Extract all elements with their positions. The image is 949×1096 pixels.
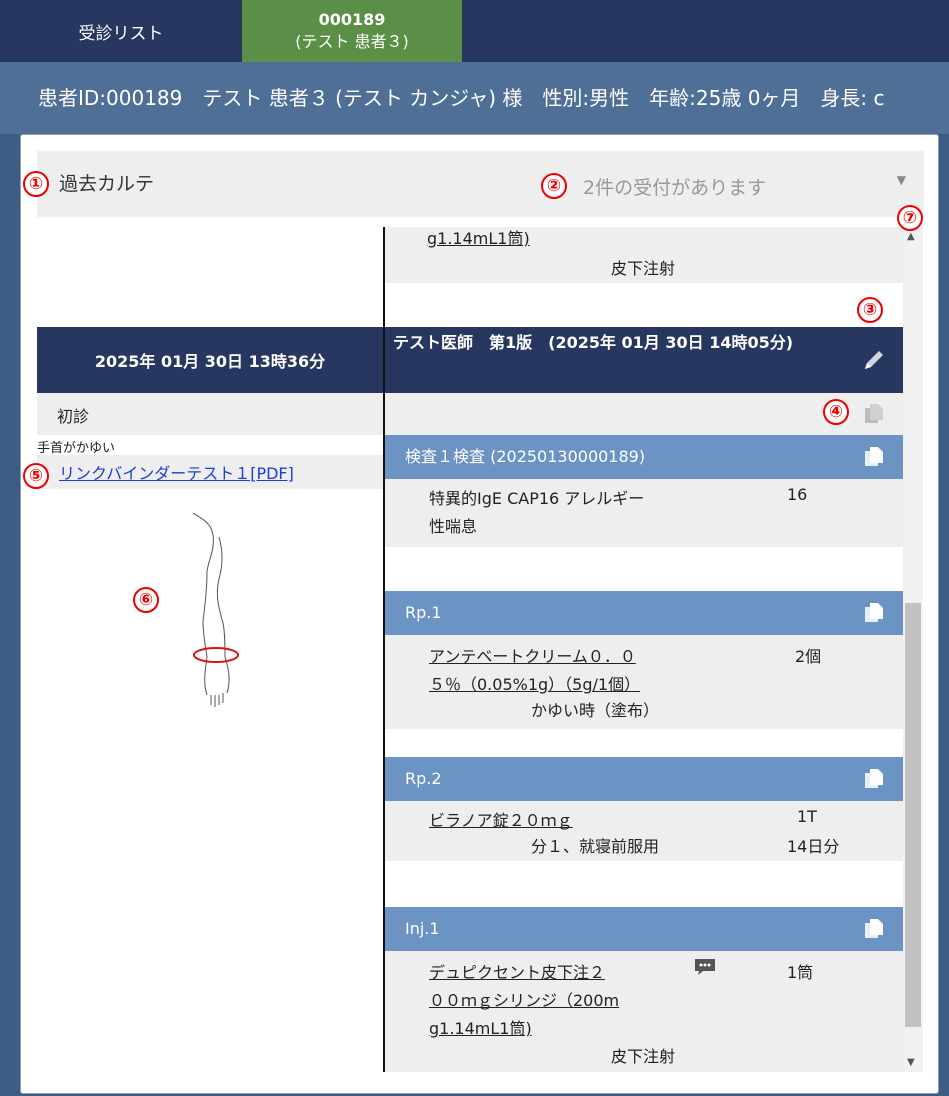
comment-icon[interactable]	[693, 957, 717, 977]
inj1-line-1: デュピクセント皮下注２	[429, 963, 606, 982]
tab-patient[interactable]: 000189 (テスト 患者３)	[242, 0, 462, 62]
lab-line-1: 特異的IgE CAP16 アレルギー	[429, 489, 645, 508]
copy-icon[interactable]	[863, 446, 885, 468]
tab-visit-list-label: 受診リスト	[78, 23, 164, 44]
marker-2: ②	[541, 173, 567, 199]
chart-scroll-area: g1.14mL1筒) 皮下注射 2025年 01月 30日 13時36分 テスト…	[37, 227, 903, 1072]
select-title: 過去カルテ	[59, 173, 155, 195]
copy-icon[interactable]	[863, 403, 885, 425]
visit-type-row: 初診	[37, 393, 383, 435]
section-lab: 検査１検査 (20250130000189) 特異的IgE CAP16 アレルギ…	[385, 435, 903, 547]
rp2-days: 14日分	[787, 837, 840, 856]
section-header: Rp.2	[385, 757, 903, 801]
doctor-header: テスト医師 第1版 (2025年 01月 30日 14時05分)	[385, 327, 903, 393]
marker-3: ③	[857, 297, 883, 323]
inj1-usage: 皮下注射	[611, 1047, 676, 1066]
copy-icon[interactable]	[863, 918, 885, 940]
select-placeholder: 2件の受付があります	[583, 177, 767, 199]
carryover-drug-tail: g1.14mL1筒)	[427, 229, 530, 248]
rp1-line-2: ５％（0.05%1g）（5g/1個）	[429, 675, 641, 694]
marker-6: ⑥	[133, 587, 159, 613]
pdf-link[interactable]: リンクバインダーテスト１[PDF]	[59, 460, 294, 484]
section-title: Rp.1	[405, 603, 442, 622]
rp1-line-1: アンテベートクリーム０．０	[429, 647, 636, 666]
rp2-usage: 分１、就寝前服用	[531, 837, 660, 856]
pencil-icon[interactable]	[861, 347, 887, 373]
arm-sketch-image[interactable]	[185, 509, 265, 709]
lab-value: 16	[787, 485, 808, 504]
section-title: Rp.2	[405, 769, 442, 788]
section-inj1: Inj.1 デュピクセント皮下注２ ００ｍｇシリンジ（200m g1.14mL1…	[385, 907, 903, 1072]
doctor-text: テスト医師 第1版 (2025年 01月 30日 14時05分)	[393, 333, 794, 352]
inj1-line-2: ００ｍｇシリンジ（200m	[429, 991, 620, 1010]
chief-complaint: 手首がかゆい	[37, 441, 116, 456]
visit-date: 2025年 01月 30日 13時36分	[94, 352, 326, 371]
inj1-line-3: g1.14mL1筒)	[429, 1019, 532, 1038]
link-row: リンクバインダーテスト１[PDF]	[37, 455, 383, 489]
scroll-down-icon[interactable]: ▼	[907, 1057, 915, 1068]
section-title: 検査１検査 (20250130000189)	[405, 447, 646, 466]
scroll-up-icon[interactable]: ▲	[907, 231, 915, 242]
tab-patient-id: 000189	[318, 10, 386, 29]
section-body: ビラノア錠２０ｍｇ 1T 分１、就寝前服用 14日分	[385, 801, 903, 861]
section-body: デュピクセント皮下注２ ００ｍｇシリンジ（200m g1.14mL1筒) 1筒 …	[385, 951, 903, 1072]
marker-4: ④	[823, 399, 849, 425]
section-body: アンテベートクリーム０．０ ５％（0.05%1g）（5g/1個） 2個 かゆい時…	[385, 635, 903, 729]
carryover-row: g1.14mL1筒) 皮下注射	[385, 227, 903, 283]
carryover-route: 皮下注射	[611, 259, 676, 278]
tab-bar: 受診リスト 000189 (テスト 患者３)	[0, 0, 949, 62]
section-rp2: Rp.2 ビラノア錠２０ｍｇ 1T 分１、就寝前服用 14日分	[385, 757, 903, 861]
section-header: Rp.1	[385, 591, 903, 635]
rp1-usage: かゆい時（塗布）	[531, 701, 660, 720]
section-header: 検査１検査 (20250130000189)	[385, 435, 903, 479]
rp1-value: 2個	[795, 647, 822, 666]
past-chart-select[interactable]: 過去カルテ 2件の受付があります ▼	[37, 151, 924, 217]
marker-7: ⑦	[897, 205, 923, 231]
marker-1: ①	[23, 171, 49, 197]
section-title: Inj.1	[405, 919, 440, 938]
patient-info-bar: 患者ID:000189 テスト 患者３ (テスト カンジャ) 様 性別:男性 年…	[0, 62, 949, 134]
patient-info-text: 患者ID:000189 テスト 患者３ (テスト カンジャ) 様 性別:男性 年…	[38, 86, 885, 110]
copy-icon[interactable]	[863, 768, 885, 790]
chevron-down-icon[interactable]: ▼	[897, 173, 906, 187]
section-body: 特異的IgE CAP16 アレルギー 性喘息 16	[385, 479, 903, 547]
tab-visit-list[interactable]: 受診リスト	[0, 0, 242, 62]
section-header: Inj.1	[385, 907, 903, 951]
lab-line-2: 性喘息	[429, 517, 478, 536]
visit-date-header: 2025年 01月 30日 13時36分	[37, 327, 383, 393]
section-rp1: Rp.1 アンテベートクリーム０．０ ５％（0.05%1g）（5g/1個） 2個…	[385, 591, 903, 729]
rp2-value: 1T	[797, 807, 817, 826]
inj1-value: 1筒	[787, 963, 814, 982]
visit-type: 初診	[57, 407, 90, 426]
tab-patient-name: (テスト 患者３)	[295, 32, 409, 51]
rp2-line-1: ビラノア錠２０ｍｇ	[429, 811, 573, 830]
copy-icon[interactable]	[863, 602, 885, 624]
scrollbar-thumb[interactable]	[905, 603, 921, 1027]
scrollbar[interactable]: ▲ ▼	[903, 227, 923, 1072]
past-chart-panel: 過去カルテ 2件の受付があります ▼ g1.14mL1筒) 皮下注射 2025年…	[20, 134, 939, 1094]
marker-5: ⑤	[23, 463, 49, 489]
